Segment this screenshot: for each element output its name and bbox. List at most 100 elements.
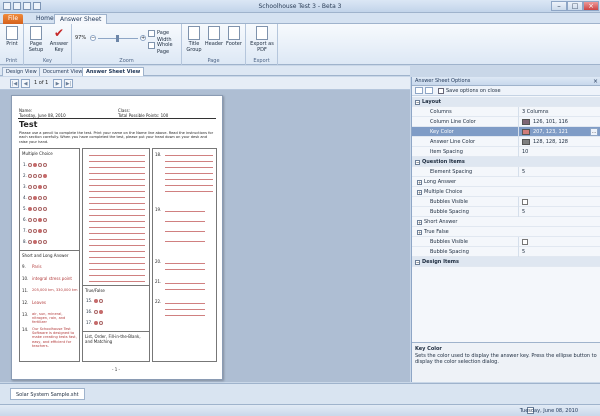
next-page-button[interactable]: ▶ (53, 79, 62, 88)
answer-line (89, 281, 145, 282)
property-name: Element Spacing (430, 169, 473, 175)
property-value[interactable]: 3 Columns (518, 107, 549, 117)
first-page-button[interactable]: |◀ (10, 79, 19, 88)
previous-page-button[interactable]: ◀ (21, 79, 30, 88)
whole-page-button[interactable]: Whole Page (148, 42, 181, 56)
expand-icon[interactable]: + (417, 190, 422, 195)
property-row[interactable]: Answer Line Color 128, 128, 128 (412, 137, 600, 147)
property-value[interactable]: 5 (518, 207, 525, 217)
bubbles-visible-checkbox[interactable] (522, 199, 528, 205)
property-value[interactable]: 5 (518, 247, 525, 257)
header-icon (208, 26, 220, 40)
property-subgroup[interactable]: + True False (412, 227, 600, 237)
answer-line (165, 155, 213, 156)
property-value-text: 3 Columns (522, 109, 549, 115)
categorized-icon[interactable] (415, 87, 423, 94)
answer-line (165, 185, 213, 186)
answer-line (89, 245, 145, 246)
alphabetical-icon[interactable] (425, 87, 433, 94)
tab-document-view[interactable]: Document View (39, 67, 87, 76)
property-subgroup[interactable]: + Long Answer (412, 177, 600, 187)
close-icon[interactable]: × (593, 77, 598, 86)
property-value[interactable]: 10 (518, 147, 528, 157)
export-pdf-button[interactable]: Export as PDF (250, 26, 274, 53)
tab-file[interactable]: File (3, 14, 24, 24)
page-setup-icon (30, 26, 42, 40)
key-answer: Paris (32, 264, 42, 269)
property-row[interactable]: Bubble Spacing 5 (412, 207, 600, 217)
property-name: Column Line Color (430, 119, 476, 125)
tab-answer-sheet[interactable]: Answer Sheet (54, 14, 108, 24)
footer-button[interactable]: Footer (223, 26, 245, 47)
property-category[interactable]: − Question Items (412, 157, 600, 167)
question-number: 12. (22, 300, 29, 305)
expand-icon[interactable]: + (417, 220, 422, 225)
property-value[interactable]: 128, 128, 128 (518, 137, 568, 147)
property-name: Bubble Spacing (430, 249, 469, 255)
question-number: 19. (155, 207, 162, 212)
expand-icon[interactable]: + (417, 230, 422, 235)
tab-design-view[interactable]: Design View (2, 67, 41, 76)
zoom-out-icon[interactable]: − (90, 35, 96, 41)
section-list-order: List, Order, Fill-in-the-Blank, and Matc… (85, 334, 141, 344)
mc-row: 5. (23, 206, 48, 211)
property-value[interactable] (518, 197, 528, 207)
answer-key-button[interactable]: ✔ Answer Key (48, 26, 70, 53)
zoom-slider-thumb[interactable] (116, 35, 119, 42)
zoom-value: 97% (75, 35, 87, 41)
property-name: True False (424, 229, 449, 235)
answer-line (89, 155, 145, 156)
property-row[interactable]: Columns 3 Columns (412, 107, 600, 117)
property-subgroup[interactable]: + Multiple Choice (412, 187, 600, 197)
collapse-icon[interactable]: − (415, 100, 420, 105)
property-row[interactable]: Key Color 207, 123, 121... (412, 127, 600, 137)
expand-icon[interactable]: + (417, 180, 422, 185)
property-value[interactable] (518, 237, 528, 247)
answer-line (165, 315, 205, 316)
header-button[interactable]: Header (203, 26, 225, 47)
property-category[interactable]: − Design Items (412, 257, 600, 267)
answer-line (89, 251, 145, 252)
property-value-text: 5 (522, 209, 526, 215)
answer-line (89, 191, 145, 192)
save-options-checkbox[interactable] (438, 88, 444, 94)
tf-row: 17. (86, 320, 104, 325)
key-answer: integral stress point (32, 276, 73, 281)
answer-sheet-page: Name: Class: Tuesday, June 08, 2010 Tota… (11, 95, 223, 380)
mc-row: 7. (23, 228, 48, 233)
property-value[interactable]: 126, 101, 116 (518, 117, 568, 127)
collapse-icon[interactable]: − (415, 260, 420, 265)
last-page-button[interactable]: ▶| (64, 79, 73, 88)
property-row[interactable]: Item Spacing 10 (412, 147, 600, 157)
property-row[interactable]: Bubbles Visible (412, 237, 600, 247)
answer-line (165, 191, 213, 192)
property-row[interactable]: Element Spacing 5 (412, 167, 600, 177)
zoom-in-icon[interactable]: + (140, 35, 146, 41)
property-name: Design Items (422, 259, 459, 265)
section-divider (83, 331, 149, 332)
tab-answer-sheet-view[interactable]: Answer Sheet View (82, 67, 145, 76)
property-value[interactable]: 207, 123, 121 (518, 127, 568, 137)
property-value-text: 207, 123, 121 (533, 129, 568, 135)
collapse-icon[interactable]: − (415, 160, 420, 165)
property-row[interactable]: Bubbles Visible (412, 197, 600, 207)
close-button[interactable]: × (583, 1, 599, 11)
minimize-button[interactable]: – (551, 1, 567, 11)
footer-icon (228, 26, 240, 40)
property-category[interactable]: − Layout (412, 97, 600, 107)
property-subgroup[interactable]: + Short Answer (412, 217, 600, 227)
color-picker-ellipsis-button[interactable]: ... (590, 128, 598, 136)
property-row[interactable]: Bubble Spacing 5 (412, 247, 600, 257)
answer-line (89, 221, 145, 222)
print-button[interactable]: Print (1, 26, 23, 47)
page-setup-button[interactable]: Page Setup (25, 26, 47, 53)
answer-line (89, 203, 145, 204)
answer-line (165, 303, 205, 304)
bubbles-visible-checkbox[interactable] (522, 239, 528, 245)
title-group-button[interactable]: Title Group (183, 26, 205, 53)
document-tab[interactable]: Solar System Sample.sht (10, 388, 85, 400)
property-row[interactable]: Column Line Color 126, 101, 116 (412, 117, 600, 127)
key-answer: air, sun, mineral, nitrogen, rain, and f… (32, 312, 66, 325)
property-value[interactable]: 5 (518, 167, 525, 177)
maximize-button[interactable]: □ (567, 1, 583, 11)
